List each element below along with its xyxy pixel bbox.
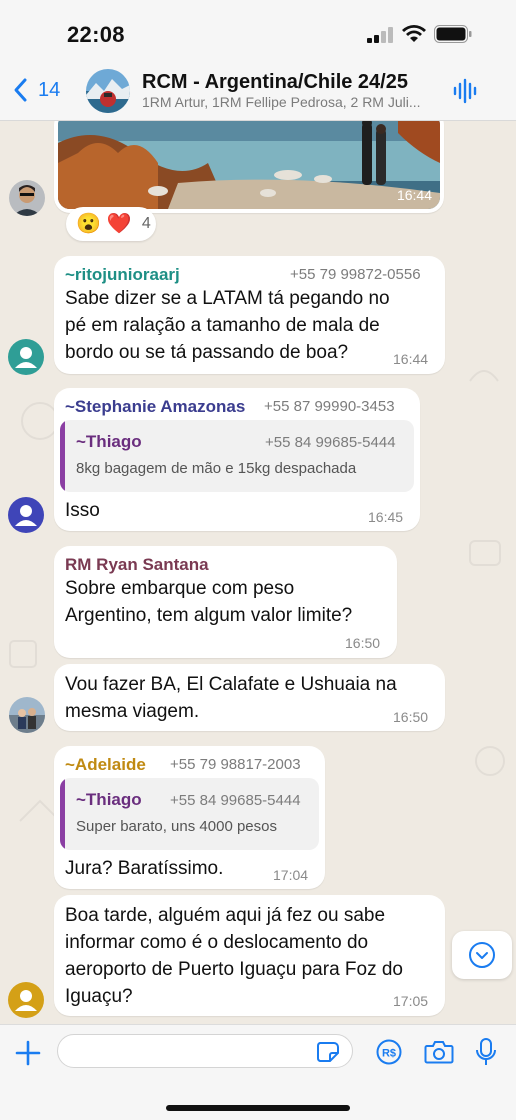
message-bubble[interactable]: ~ritojunioraarj +55 79 99872-0556 Sabe d… bbox=[54, 256, 445, 374]
group-title[interactable]: RCM - Argentina/Chile 24/25 bbox=[142, 71, 408, 94]
message-bubble[interactable]: ~Adelaide +55 79 98817-2003 ~Thiago +55 … bbox=[54, 746, 325, 889]
home-indicator bbox=[166, 1105, 350, 1111]
quote-phone: +55 84 99685-5444 bbox=[265, 434, 396, 451]
quoted-message[interactable]: ~Thiago +55 84 99685-5444 8kg bagagem de… bbox=[60, 420, 414, 492]
sender-name[interactable]: ~ritojunioraarj bbox=[65, 265, 180, 285]
avatar[interactable] bbox=[8, 497, 44, 533]
group-participants[interactable]: 1RM Artur, 1RM Fellipe Pedrosa, 2 RM Jul… bbox=[142, 94, 440, 110]
clock: 22:08 bbox=[67, 22, 125, 47]
message-bubble[interactable]: RM Ryan Santana Sobre embarque com peso … bbox=[54, 546, 397, 658]
chat-header: 14 RCM - Argentina/Chile 24/25 1RM Artur… bbox=[0, 66, 516, 121]
sender-name[interactable]: RM Ryan Santana bbox=[65, 555, 209, 575]
message-text: Isso bbox=[65, 500, 100, 521]
message-text: Vou fazer BA, El Calafate e Ushuaia na m… bbox=[65, 674, 397, 722]
sender-phone: +55 87 99990-3453 bbox=[264, 398, 395, 415]
quote-text: Super barato, uns 4000 pesos bbox=[76, 818, 277, 835]
avatar[interactable] bbox=[8, 339, 44, 375]
message-time: 16:44 bbox=[393, 351, 429, 367]
message-text: Boa tarde, alguém aqui já fez ou sabe in… bbox=[65, 905, 404, 1007]
unread-count: 14 bbox=[38, 78, 61, 101]
photo-landscape[interactable]: 16:44 bbox=[58, 121, 440, 209]
scroll-to-bottom-button[interactable] bbox=[452, 931, 512, 979]
message-composer: R$ bbox=[0, 1024, 516, 1120]
message-time: 17:05 bbox=[393, 993, 429, 1009]
reaction-count: 4 bbox=[141, 215, 151, 232]
sender-name[interactable]: ~Stephanie Amazonas bbox=[65, 397, 245, 417]
quoted-message[interactable]: ~Thiago +55 84 99685-5444 Super barato, … bbox=[60, 778, 319, 850]
message-bubble[interactable]: ~Stephanie Amazonas +55 87 99990-3453 ~T… bbox=[54, 388, 420, 531]
message-time: 16:50 bbox=[345, 635, 381, 651]
quote-bar bbox=[60, 420, 65, 492]
audio-waveform-icon[interactable] bbox=[452, 78, 478, 104]
message-bubble[interactable]: Boa tarde, alguém aqui já fez ou sabe in… bbox=[54, 895, 445, 1016]
microphone-icon[interactable] bbox=[474, 1037, 498, 1067]
sticker-icon[interactable] bbox=[316, 1041, 340, 1063]
message-time: 16:44 bbox=[396, 187, 432, 203]
message-bubble[interactable]: Vou fazer BA, El Calafate e Ushuaia na m… bbox=[54, 664, 445, 731]
sender-phone: +55 79 98817-2003 bbox=[170, 756, 301, 773]
pix-payment-icon[interactable]: R$ bbox=[376, 1039, 402, 1065]
wifi-icon bbox=[402, 25, 426, 42]
message-time: 17:04 bbox=[273, 867, 309, 883]
message-text: Jura? Baratíssimo. bbox=[65, 858, 224, 879]
back-button[interactable]: 14 bbox=[12, 77, 60, 103]
chevron-down-icon bbox=[469, 942, 495, 968]
reaction-surprised: 😮 bbox=[76, 213, 101, 235]
back-chevron-icon bbox=[14, 78, 27, 102]
cellular-signal-icon bbox=[367, 27, 393, 43]
quote-phone: +55 84 99685-5444 bbox=[170, 792, 301, 809]
quote-bar bbox=[60, 778, 65, 850]
battery-icon bbox=[434, 25, 472, 43]
message-time: 16:45 bbox=[368, 509, 404, 525]
message-time: 16:50 bbox=[393, 709, 429, 725]
svg-text:R$: R$ bbox=[382, 1048, 396, 1060]
sender-name[interactable]: ~Adelaide bbox=[65, 755, 146, 775]
sender-phone: +55 79 99872-0556 bbox=[290, 266, 421, 283]
photo-message[interactable]: 16:44 bbox=[54, 121, 444, 213]
avatar[interactable] bbox=[8, 982, 44, 1018]
chat-area[interactable]: 16:44 😮 ❤️ 4 ~ritojunioraarj +55 79 9987… bbox=[0, 121, 516, 1024]
reactions-pill[interactable]: 😮 ❤️ 4 bbox=[66, 207, 156, 241]
message-text: Sobre embarque com peso Argentino, tem a… bbox=[65, 578, 353, 626]
status-bar: 22:08 bbox=[0, 0, 516, 66]
avatar[interactable] bbox=[9, 697, 45, 733]
avatar[interactable] bbox=[9, 180, 45, 216]
plus-icon[interactable] bbox=[14, 1039, 42, 1067]
reaction-heart: ❤️ bbox=[106, 213, 132, 235]
quote-sender: ~Thiago bbox=[76, 432, 142, 451]
camera-icon[interactable] bbox=[424, 1039, 454, 1065]
quote-text: 8kg bagagem de mão e 15kg despachada bbox=[76, 460, 357, 477]
group-avatar[interactable] bbox=[86, 69, 130, 113]
quote-sender: ~Thiago bbox=[76, 790, 142, 809]
message-input[interactable] bbox=[57, 1034, 353, 1068]
message-text: Sabe dizer se a LATAM tá pegando no pé e… bbox=[65, 288, 390, 363]
